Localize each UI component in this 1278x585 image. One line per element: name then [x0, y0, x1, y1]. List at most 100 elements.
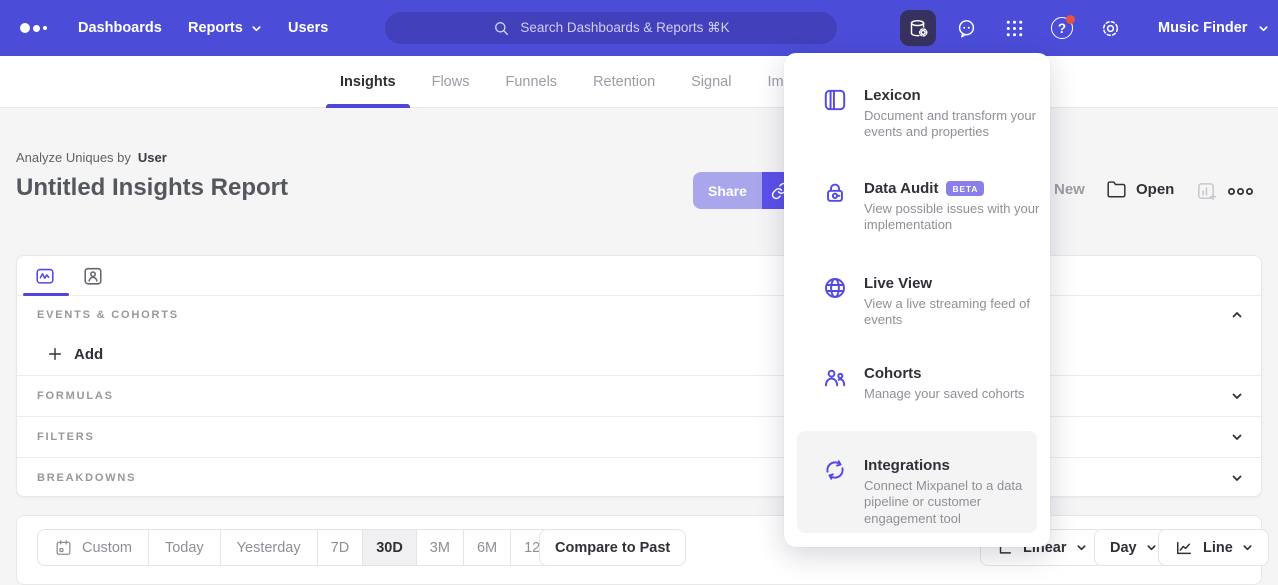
tab-events-view[interactable] [33, 264, 57, 288]
nav-reports[interactable]: Reports [188, 0, 262, 56]
database-gear-icon [907, 17, 930, 40]
chevron-up-icon [1231, 309, 1243, 321]
add-event-button[interactable]: Add [47, 346, 103, 363]
chevron-down-icon [1242, 542, 1253, 553]
search-placeholder: Search Dashboards & Reports ⌘K [520, 20, 729, 36]
formulas-header: FORMULAS [37, 390, 114, 402]
range-7d-label: 7D [331, 540, 350, 556]
menu-item-lexicon[interactable]: Lexicon Document and transform your even… [822, 87, 1036, 141]
person-icon [82, 265, 104, 287]
chevron-down-icon [1231, 472, 1243, 484]
date-controls-bar: Custom Today Yesterday 7D 30D 3M 6M 12M … [16, 515, 1262, 585]
project-selector[interactable]: Music Finder [1158, 0, 1269, 56]
menu-item-description: Document and transform your events and p… [864, 108, 1036, 141]
nav-dashboards-label: Dashboards [78, 20, 162, 36]
section-breakdowns[interactable]: BREAKDOWNS [17, 457, 1261, 498]
range-30d[interactable]: 30D [362, 530, 416, 565]
active-tab-underline [23, 293, 69, 296]
beta-badge: BETA [946, 181, 984, 196]
chevron-down-icon [1146, 542, 1157, 553]
tab-signal[interactable]: Signal [691, 56, 731, 108]
chevron-down-icon [1258, 23, 1269, 34]
section-formulas[interactable]: FORMULAS [17, 375, 1261, 416]
menu-item-title: Cohorts [864, 365, 1042, 382]
page-title[interactable]: Untitled Insights Report [16, 174, 288, 202]
section-events-cohorts[interactable]: EVENTS & COHORTS [17, 296, 1261, 333]
filters-header: FILTERS [37, 431, 95, 443]
add-label: Add [74, 346, 103, 363]
calendar-icon [54, 538, 73, 557]
range-yesterday-label: Yesterday [237, 540, 301, 556]
menu-item-integrations-content: Integrations Connect Mixpanel to a data … [822, 457, 1036, 527]
share-button[interactable]: Share [693, 172, 762, 209]
chevron-down-icon [1231, 431, 1243, 443]
range-3m-label: 3M [430, 540, 450, 556]
mixpanel-logo-icon[interactable] [20, 23, 47, 33]
help-icon: ? [1051, 17, 1073, 39]
search-input[interactable]: Search Dashboards & Reports ⌘K [385, 12, 837, 44]
range-today[interactable]: Today [148, 530, 220, 565]
menu-item-description: Connect Mixpanel to a data pipeline or c… [864, 478, 1042, 527]
integrations-sync-icon [822, 457, 848, 483]
open-report-button[interactable]: Open [1106, 179, 1174, 200]
chart-pulse-icon [34, 265, 56, 287]
gear-icon [1099, 17, 1122, 40]
date-range-group: Custom Today Yesterday 7D 30D 3M 6M 12M [37, 529, 566, 566]
nav-users[interactable]: Users [288, 0, 328, 56]
lexicon-book-icon [822, 87, 848, 113]
data-management-dropdown: Lexicon Document and transform your even… [784, 53, 1050, 547]
chart-type-dropdown[interactable]: Line [1158, 529, 1269, 566]
range-6m-label: 6M [477, 540, 497, 556]
range-30d-label: 30D [376, 540, 403, 556]
feedback-button[interactable] [948, 10, 984, 46]
open-label: Open [1136, 181, 1174, 198]
chevron-down-icon [251, 23, 262, 34]
line-chart-icon [1174, 538, 1194, 558]
tab-funnels[interactable]: Funnels [505, 56, 557, 108]
breakdowns-header: BREAKDOWNS [37, 472, 136, 484]
events-add-row: Add [17, 333, 1261, 375]
analyze-prefix: Analyze Uniques by [16, 150, 131, 165]
menu-item-live-view[interactable]: Live View View a live streaming feed of … [822, 275, 1036, 329]
tab-profiles-view[interactable] [81, 264, 105, 288]
grid-dots-icon [1003, 17, 1026, 40]
range-7d[interactable]: 7D [317, 530, 363, 565]
range-yesterday[interactable]: Yesterday [220, 530, 317, 565]
menu-item-title-text: Data Audit [864, 180, 938, 197]
range-custom-label: Custom [82, 540, 132, 556]
range-custom[interactable]: Custom [38, 530, 148, 565]
builder-icon-tabs [17, 256, 1261, 296]
more-dots-icon [1227, 185, 1254, 198]
plus-icon [47, 346, 63, 362]
section-filters[interactable]: FILTERS [17, 416, 1261, 457]
nav-dashboards[interactable]: Dashboards [78, 0, 162, 56]
tab-retention[interactable]: Retention [593, 56, 655, 108]
data-management-button[interactable] [900, 10, 936, 46]
range-today-label: Today [165, 540, 204, 556]
chart-add-icon [1195, 180, 1218, 203]
tab-insights[interactable]: Insights [340, 56, 396, 108]
range-6m[interactable]: 6M [463, 530, 510, 565]
compare-to-past-button[interactable]: Compare to Past [539, 529, 686, 566]
menu-item-cohorts[interactable]: Cohorts Manage your saved cohorts [822, 365, 1036, 402]
top-nav: Dashboards Reports Users Search Dashboar… [0, 0, 1278, 56]
chart-type-label: Line [1203, 540, 1233, 556]
folder-icon [1106, 179, 1127, 200]
analyze-entity-selector[interactable]: User [138, 150, 167, 165]
help-button[interactable]: ? [1044, 10, 1080, 46]
menu-item-title: Integrations [864, 457, 1042, 474]
interval-label: Day [1110, 540, 1137, 556]
menu-item-data-audit[interactable]: Data Audit BETA View possible issues wit… [822, 180, 1036, 234]
nav-reports-label: Reports [188, 20, 243, 36]
analyze-line: Analyze Uniques by User [16, 150, 167, 165]
chevron-down-icon [1076, 542, 1087, 553]
add-to-dashboard-button[interactable] [1195, 180, 1218, 203]
more-options-button[interactable] [1227, 185, 1254, 198]
chat-bubble-icon [955, 17, 978, 40]
range-3m[interactable]: 3M [416, 530, 463, 565]
chevron-down-icon [1231, 390, 1243, 402]
menu-item-integrations[interactable]: Integrations Connect Mixpanel to a data … [797, 431, 1037, 533]
apps-grid-button[interactable] [996, 10, 1032, 46]
settings-button[interactable] [1092, 10, 1128, 46]
tab-flows[interactable]: Flows [432, 56, 470, 108]
